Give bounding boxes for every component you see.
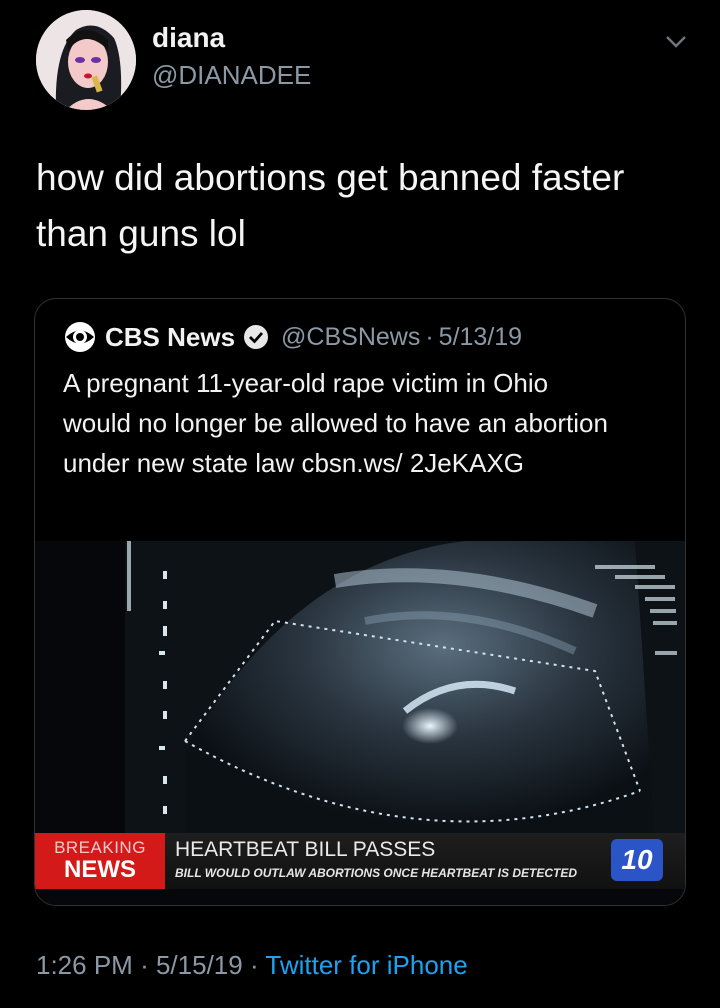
news-label: NEWS: [64, 856, 136, 883]
ticker-headline: HEARTBEAT BILL PASSES: [175, 838, 436, 861]
ticker-subheadline: BILL WOULD OUTLAW ABORTIONS ONCE HEARTBE…: [175, 866, 577, 880]
tweet-date: 5/15/19: [155, 950, 243, 980]
avatar[interactable]: [36, 10, 136, 110]
quoted-media-image[interactable]: BREAKING NEWS HEARTBEAT BILL PASSES BILL…: [35, 541, 685, 905]
cbs-eye-logo: [65, 322, 95, 352]
tweet-source-link[interactable]: Twitter for iPhone: [265, 950, 467, 980]
quoted-tweet[interactable]: CBS News @CBSNews · 5/13/19 A pregnant 1…: [34, 298, 686, 906]
quoted-handle: @CBSNews: [281, 322, 421, 351]
tweet-text: how did abortions get banned faster than…: [36, 157, 625, 254]
tweet-time: 1:26 PM: [36, 950, 133, 980]
avatar-illustration: [36, 10, 136, 110]
quoted-tweet-header: CBS News @CBSNews · 5/13/19: [63, 319, 522, 355]
verified-badge-icon: [244, 325, 269, 349]
separator-dot: ·: [140, 950, 149, 980]
user-handle[interactable]: @DIANADEE: [152, 60, 311, 91]
separator-dot: ·: [249, 950, 259, 980]
channel-logo: 10: [611, 839, 663, 881]
chevron-down-icon[interactable]: [664, 34, 688, 50]
quoted-date: 5/13/19: [438, 322, 523, 351]
breaking-news-box: BREAKING NEWS: [35, 833, 165, 889]
news-ticker: BREAKING NEWS HEARTBEAT BILL PASSES BILL…: [35, 833, 685, 889]
breaking-label: BREAKING: [54, 838, 146, 857]
display-name[interactable]: diana: [152, 22, 225, 54]
quoted-display-name: CBS News: [105, 321, 236, 352]
separator-dot: ·: [425, 322, 434, 351]
quoted-tweet-text: A pregnant 11-year-old rape victim in Oh…: [63, 368, 608, 478]
tweet-meta: 1:26 PM · 5/15/19 · Twitter for iPhone: [36, 950, 468, 981]
